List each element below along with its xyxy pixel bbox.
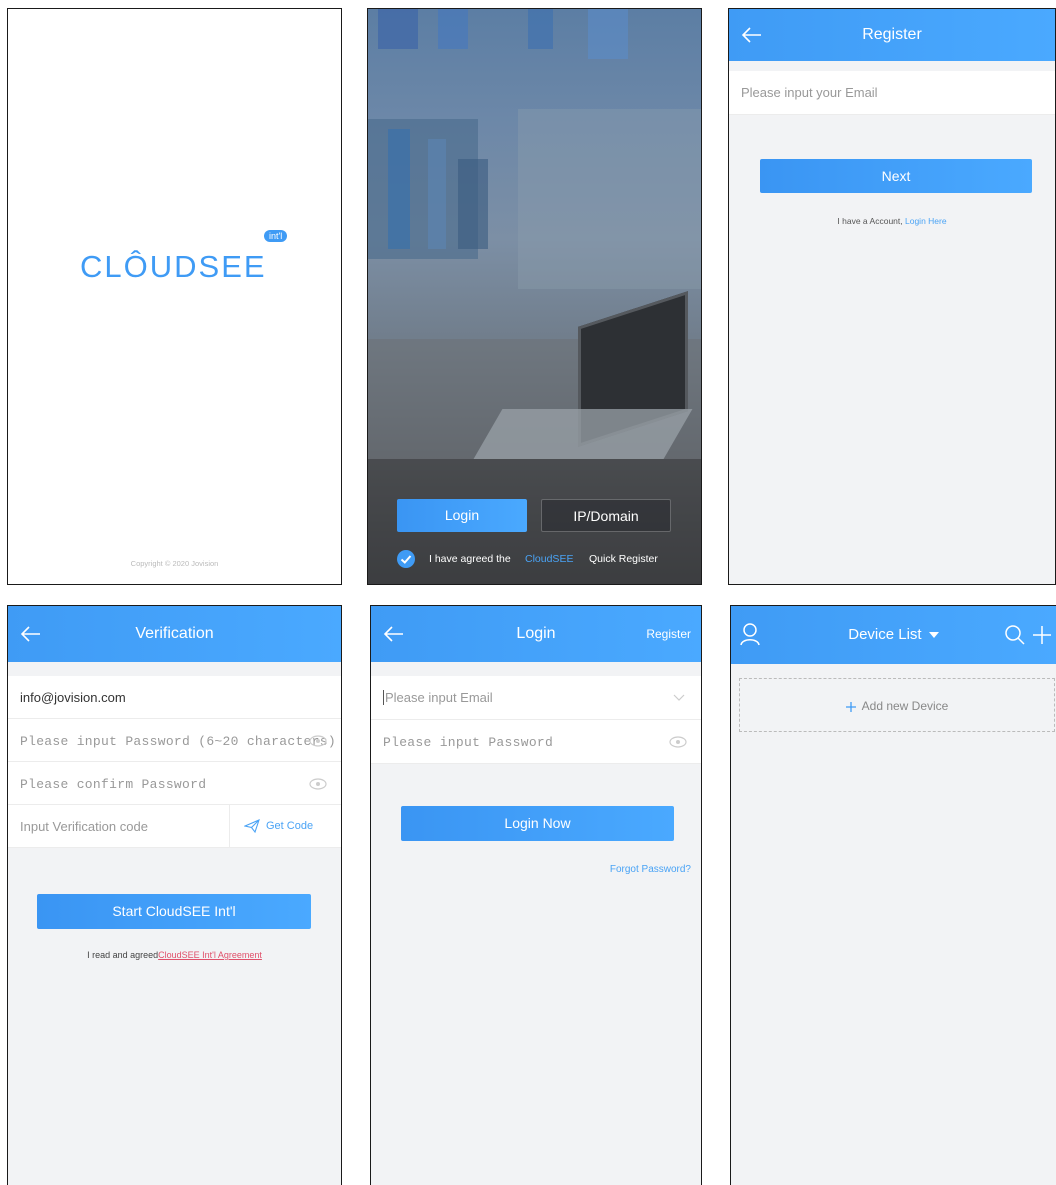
register-link[interactable]: Register: [646, 606, 691, 662]
eye-icon[interactable]: [309, 735, 327, 747]
confirm-password-field[interactable]: Please confirm Password: [8, 762, 341, 805]
quick-register-link[interactable]: Quick Register: [589, 549, 658, 569]
agree-row: I have agreed the CloudSEE Quick Registe…: [397, 549, 697, 569]
verification-screen: Verification info@jovision.com Please in…: [7, 605, 342, 1185]
agreement-link[interactable]: CloudSEE Int'l Agreement: [158, 950, 262, 960]
background-photo: [368, 9, 701, 584]
email-value: info@jovision.com: [20, 690, 126, 705]
login-screen: Login Register Please input Email Please…: [370, 605, 702, 1185]
have-account-row: I have a Account, Login Here: [729, 216, 1055, 226]
agreement-row: I read and agreedCloudSEE Int'l Agreemen…: [8, 950, 341, 960]
add-device-label: Add new Device: [861, 699, 949, 713]
logo-text: CLÔUDSEE: [80, 249, 267, 284]
page-title: Device List: [848, 626, 922, 643]
register-header: Register: [729, 9, 1055, 61]
cloudsee-agreement-link[interactable]: CloudSEE: [525, 549, 573, 569]
code-placeholder: Input Verification code: [20, 819, 148, 834]
page-title: Verification: [135, 625, 214, 642]
login-button[interactable]: Login: [397, 499, 527, 532]
landing-screen: Login IP/Domain I have agreed the CloudS…: [367, 8, 702, 585]
agree-text: I read and agreed: [87, 950, 159, 960]
cloudsee-logo: CLÔUDSEE int'l: [80, 230, 288, 289]
login-header: Login Register: [371, 606, 701, 662]
chevron-down-icon[interactable]: [673, 694, 685, 702]
page-title: Register: [862, 26, 922, 43]
copyright-text: Copyright © 2020 Jovision: [130, 559, 219, 568]
add-device-button[interactable]: Add new Device: [739, 678, 1055, 732]
password-placeholder: Please input Password: [383, 735, 554, 750]
email-placeholder: Please input Email: [383, 690, 493, 705]
start-cloudsee-button[interactable]: Start CloudSEE Int'l: [37, 894, 311, 929]
email-placeholder: Please input your Email: [741, 85, 878, 100]
device-list-header: Device List: [731, 606, 1056, 664]
splash-screen: CLÔUDSEE int'l Copyright © 2020 Jovision: [7, 8, 342, 585]
logo-badge: int'l: [264, 230, 288, 242]
login-here-link[interactable]: Login Here: [905, 216, 947, 226]
next-button[interactable]: Next: [760, 159, 1032, 193]
verification-code-field[interactable]: Input Verification code Get Code: [8, 805, 341, 848]
ip-domain-button[interactable]: IP/Domain: [541, 499, 671, 532]
email-input[interactable]: Please input Email: [371, 676, 701, 720]
add-icon[interactable]: [1032, 625, 1052, 645]
agree-text: I have agreed the: [429, 553, 511, 565]
check-icon: [400, 555, 412, 564]
forgot-password-link[interactable]: Forgot Password?: [610, 864, 691, 875]
plus-icon: [845, 701, 856, 712]
verification-header: Verification: [8, 606, 341, 662]
search-icon[interactable]: [1004, 624, 1026, 646]
eye-icon[interactable]: [669, 736, 687, 748]
have-account-text: I have a Account,: [837, 216, 903, 226]
password-input[interactable]: Please input Password: [371, 720, 701, 764]
agree-checkbox[interactable]: [397, 550, 415, 568]
email-field[interactable]: Please input your Email: [729, 71, 1055, 115]
get-code-label: Get Code: [266, 820, 314, 832]
password-placeholder: Please input Password (6~20 characters): [20, 734, 336, 749]
login-now-button[interactable]: Login Now: [401, 806, 674, 841]
get-code-button[interactable]: Get Code: [229, 805, 341, 847]
caret-down-icon: [928, 632, 939, 639]
email-value-row[interactable]: info@jovision.com: [8, 676, 341, 719]
device-list-screen: Device List Add new Device: [730, 605, 1056, 1185]
password-field[interactable]: Please input Password (6~20 characters): [8, 719, 341, 762]
register-screen: Register Please input your Email Next I …: [728, 8, 1056, 585]
paper-plane-icon: [244, 819, 260, 833]
confirm-placeholder: Please confirm Password: [20, 777, 207, 792]
eye-icon[interactable]: [309, 778, 327, 790]
